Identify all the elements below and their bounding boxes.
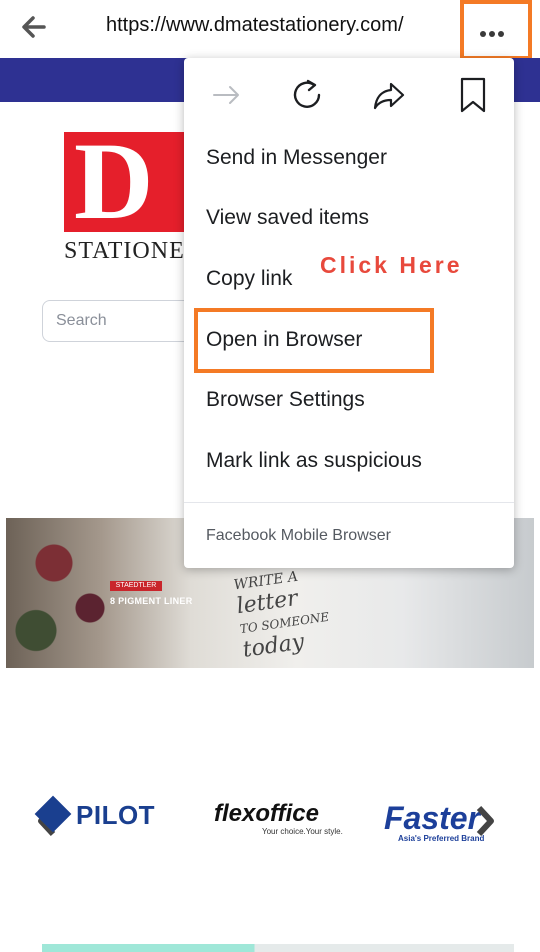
menu-icon-row — [184, 58, 514, 136]
refresh-icon — [293, 79, 321, 108]
back-button[interactable] — [18, 12, 50, 42]
faster-tagline: Asia's Preferred Brand — [398, 834, 485, 843]
banner-lettering-art: WRITE A letter TO SOMEONE today — [232, 568, 330, 663]
url-text[interactable]: https://www.dmatestationery.com/ — [106, 14, 404, 37]
flowers-image — [6, 518, 126, 668]
brand-pilot-logo[interactable]: PILOT — [34, 795, 155, 833]
brand-flexoffice-logo[interactable]: flexoffice — [214, 800, 319, 828]
site-logo[interactable]: D — [64, 132, 186, 232]
menu-browser-settings[interactable]: Browser Settings — [206, 388, 365, 412]
more-dots-icon — [480, 24, 507, 42]
logo-letter: D — [74, 132, 154, 232]
browser-top-bar: https://www.dmatestationery.com/ — [0, 0, 540, 60]
more-options-button[interactable] — [460, 0, 532, 60]
brand-faster-logo[interactable]: Faster — [384, 800, 480, 837]
banner-product-text: 8 PIGMENT LINER — [110, 596, 193, 606]
bookmark-button[interactable] — [456, 76, 490, 114]
search-placeholder: Search — [56, 312, 107, 329]
share-button[interactable] — [372, 76, 406, 114]
flexoffice-tagline: Your choice.Your style. — [262, 827, 343, 836]
menu-divider — [184, 502, 514, 503]
share-icon — [373, 82, 405, 110]
pilot-mark-icon — [34, 795, 72, 833]
open-in-browser-highlight — [194, 308, 434, 373]
next-section-strip — [42, 944, 514, 952]
carousel-next-icon[interactable] — [476, 805, 494, 837]
menu-view-saved-items[interactable]: View saved items — [206, 206, 369, 230]
arrow-left-icon — [22, 16, 46, 38]
menu-mark-link-suspicious[interactable]: Mark link as suspicious — [206, 449, 422, 473]
logo-wordmark: STATIONE — [64, 238, 185, 264]
click-here-annotation: Click Here — [320, 252, 463, 278]
banner-brand-tag: STAEDTLER — [110, 581, 162, 591]
refresh-button[interactable] — [290, 76, 324, 114]
bookmark-icon — [460, 77, 486, 113]
forward-button[interactable] — [210, 76, 244, 114]
forward-arrow-icon — [213, 86, 239, 104]
menu-footer-label: Facebook Mobile Browser — [206, 527, 391, 544]
menu-copy-link[interactable]: Copy link — [206, 267, 292, 291]
menu-send-in-messenger[interactable]: Send in Messenger — [206, 146, 387, 170]
